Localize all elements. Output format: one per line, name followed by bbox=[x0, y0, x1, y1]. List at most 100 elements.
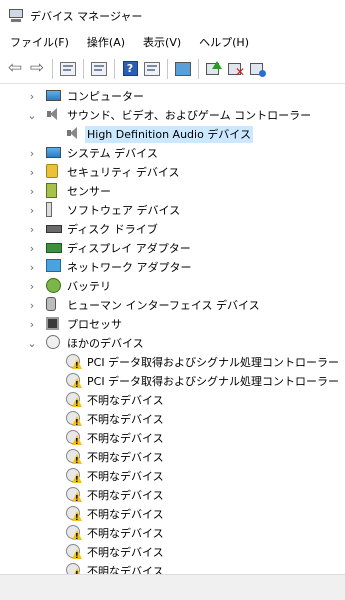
tree-item[interactable]: › ソフトウェア デバイス bbox=[4, 201, 345, 220]
tree-item[interactable]: 不明なデバイス bbox=[4, 543, 345, 562]
expand-chevron-icon[interactable]: › bbox=[26, 163, 38, 182]
tree-item[interactable]: High Definition Audio デバイス bbox=[4, 125, 345, 144]
tree-item[interactable]: › セキュリティ デバイス bbox=[4, 163, 345, 182]
action-pane-icon[interactable] bbox=[141, 58, 163, 80]
unknown-device-warning-icon bbox=[66, 411, 82, 427]
processor-icon bbox=[46, 317, 59, 330]
menu-view[interactable]: 表示(V) bbox=[139, 32, 185, 54]
tree-item-label: ヒューマン インターフェイス デバイス bbox=[67, 299, 260, 312]
back-arrow-icon[interactable]: ⇦ bbox=[4, 58, 26, 80]
collapse-chevron-icon[interactable]: ⌄ bbox=[26, 334, 38, 353]
uninstall-device-icon[interactable]: ✕ bbox=[225, 58, 247, 80]
tree-item[interactable]: › ヒューマン インターフェイス デバイス bbox=[4, 296, 345, 315]
expand-chevron-icon[interactable]: › bbox=[26, 144, 38, 163]
window-title: デバイス マネージャー bbox=[30, 10, 143, 23]
toolbar-separator bbox=[114, 58, 115, 79]
tree-item[interactable]: 不明なデバイス bbox=[4, 391, 345, 410]
device-tree[interactable]: › コンピューター ⌄ サウンド、ビデオ、およびゲーム コントローラー High Def… bbox=[4, 86, 345, 574]
expand-chevron-icon[interactable]: › bbox=[26, 201, 38, 220]
menu-action[interactable]: 操作(A) bbox=[83, 32, 129, 54]
tree-item[interactable]: 不明なデバイス bbox=[4, 448, 345, 467]
unknown-device-warning-icon bbox=[66, 430, 82, 446]
tree-item-label: バッテリ bbox=[67, 280, 111, 293]
tree-item[interactable]: 不明なデバイス bbox=[4, 505, 345, 524]
tree-item[interactable]: 不明なデバイス bbox=[4, 467, 345, 486]
tree-item-label: 不明なデバイス bbox=[87, 451, 164, 464]
expand-chevron-icon[interactable]: › bbox=[26, 239, 38, 258]
tree-item[interactable]: 不明なデバイス bbox=[4, 486, 345, 505]
expand-chevron-icon[interactable]: › bbox=[26, 220, 38, 239]
tree-item-label: ディスク ドライブ bbox=[67, 223, 158, 236]
unknown-device-warning-icon bbox=[66, 392, 82, 408]
expand-chevron-icon[interactable]: › bbox=[26, 296, 38, 315]
toolbar-separator bbox=[83, 58, 84, 79]
system-device-icon bbox=[46, 147, 61, 158]
disk-drive-icon bbox=[46, 225, 62, 233]
unknown-device-warning-icon bbox=[66, 354, 82, 370]
tree-item-label: ネットワーク アダプター bbox=[67, 261, 192, 274]
tree-item[interactable]: 不明なデバイス bbox=[4, 410, 345, 429]
tree-item[interactable]: › ネットワーク アダプター bbox=[4, 258, 345, 277]
speaker-icon bbox=[46, 107, 60, 121]
menu-bar: ファイル(F) 操作(A) 表示(V) ヘルプ(H) bbox=[0, 32, 345, 54]
tree-item[interactable]: 不明なデバイス bbox=[4, 429, 345, 448]
update-driver-icon[interactable] bbox=[203, 58, 225, 80]
tree-item-label: センサー bbox=[67, 185, 111, 198]
tree-item-label: ディスプレイ アダプター bbox=[67, 242, 191, 255]
tree-item-label: コンピューター bbox=[67, 90, 144, 103]
tree-item-label: 不明なデバイス bbox=[87, 527, 164, 540]
properties-icon[interactable] bbox=[88, 58, 110, 80]
tree-item[interactable]: › バッテリ bbox=[4, 277, 345, 296]
tree-item-label: PCI データ取得およびシグナル処理コントローラー bbox=[87, 375, 340, 388]
tree-item-label: 不明なデバイス bbox=[87, 470, 164, 483]
add-legacy-hardware-icon[interactable] bbox=[247, 58, 269, 80]
expand-chevron-icon[interactable]: › bbox=[26, 258, 38, 277]
sensor-icon bbox=[46, 183, 57, 198]
unknown-device-warning-icon bbox=[66, 468, 82, 484]
tree-item-label: 不明なデバイス bbox=[87, 508, 164, 521]
other-devices-icon bbox=[46, 335, 60, 349]
tree-item[interactable]: PCI データ取得およびシグナル処理コントローラー bbox=[4, 372, 345, 391]
expand-chevron-icon[interactable]: › bbox=[26, 87, 38, 106]
tree-item[interactable]: › システム デバイス bbox=[4, 144, 345, 163]
network-adapter-icon bbox=[46, 259, 61, 272]
tree-item-label: サウンド、ビデオ、およびゲーム コントローラー bbox=[67, 109, 312, 122]
tree-item-label: PCI データ取得およびシグナル処理コントローラー bbox=[87, 356, 340, 369]
tree-item[interactable]: › ディスプレイ アダプター bbox=[4, 239, 345, 258]
unknown-device-warning-icon bbox=[66, 563, 82, 574]
unknown-device-warning-icon bbox=[66, 487, 82, 503]
tree-item-label: セキュリティ デバイス bbox=[67, 166, 180, 179]
tree-item[interactable]: 不明なデバイス bbox=[4, 562, 345, 574]
forward-arrow-icon[interactable]: ⇨ bbox=[26, 58, 48, 80]
tree-item[interactable]: › ディスク ドライブ bbox=[4, 220, 345, 239]
toolbar: ⇦ ⇨ ? ✕ bbox=[0, 54, 345, 84]
tree-item[interactable]: ⌄ サウンド、ビデオ、およびゲーム コントローラー bbox=[4, 106, 345, 125]
tree-item-label: 不明なデバイス bbox=[87, 413, 164, 426]
tree-item-label: システム デバイス bbox=[67, 147, 158, 160]
tree-item-label: プロセッサ bbox=[67, 318, 122, 331]
unknown-device-warning-icon bbox=[66, 544, 82, 560]
tree-item[interactable]: PCI データ取得およびシグナル処理コントローラー bbox=[4, 353, 345, 372]
tree-item-label: 不明なデバイス bbox=[87, 489, 164, 502]
tree-item[interactable]: 不明なデバイス bbox=[4, 524, 345, 543]
hid-icon bbox=[46, 297, 56, 311]
help-icon[interactable]: ? bbox=[119, 58, 141, 80]
tree-item-label: ソフトウェア デバイス bbox=[67, 204, 181, 217]
collapse-chevron-icon[interactable]: ⌄ bbox=[26, 106, 38, 125]
expand-chevron-icon[interactable]: › bbox=[26, 315, 38, 334]
tree-item-label: 不明なデバイス bbox=[87, 546, 164, 559]
menu-help[interactable]: ヘルプ(H) bbox=[195, 32, 253, 54]
expand-chevron-icon[interactable]: › bbox=[26, 182, 38, 201]
tree-item[interactable]: ⌄ ほかのデバイス bbox=[4, 334, 345, 353]
expand-chevron-icon[interactable]: › bbox=[26, 277, 38, 296]
menu-file[interactable]: ファイル(F) bbox=[6, 32, 73, 54]
unknown-device-warning-icon bbox=[66, 449, 82, 465]
show-hide-console-tree-icon[interactable] bbox=[57, 58, 79, 80]
tree-item[interactable]: › コンピューター bbox=[4, 87, 345, 106]
tree-item-label: High Definition Audio デバイス bbox=[85, 126, 253, 143]
toolbar-separator bbox=[198, 58, 199, 79]
tree-item[interactable]: › プロセッサ bbox=[4, 315, 345, 334]
scan-hardware-changes-icon[interactable] bbox=[172, 58, 194, 80]
tree-item-label: 不明なデバイス bbox=[87, 432, 164, 445]
tree-item[interactable]: › センサー bbox=[4, 182, 345, 201]
